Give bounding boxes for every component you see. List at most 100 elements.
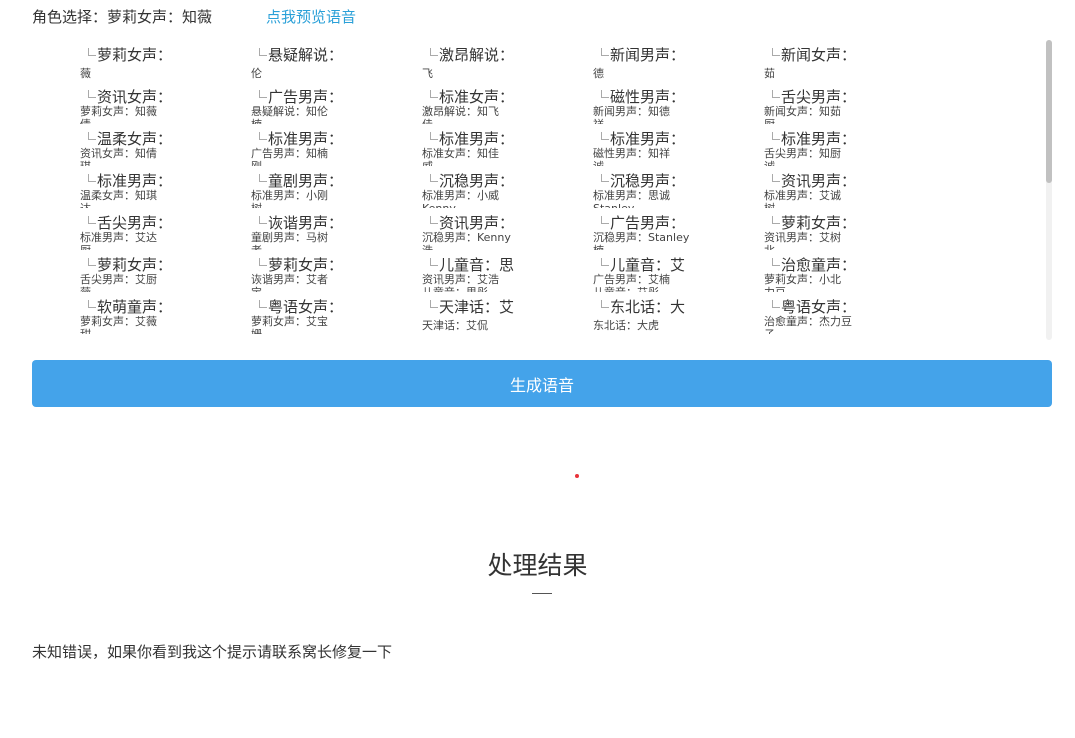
voice-image-alt-text: 沉稳男声： (439, 172, 514, 190)
voice-option[interactable]: 粤语女声：桃治愈童声：杰力豆子 (764, 292, 935, 334)
voice-option[interactable]: 磁性男声：知新闻男声：知德祥 (593, 82, 764, 124)
broken-image-icon (259, 300, 267, 308)
voice-alt-wrap: 天津话：艾侃 (422, 319, 488, 332)
voice-image-alt: 天津话：艾侃 (430, 296, 514, 318)
voice-caption: 新闻女声：知茹 (764, 105, 841, 118)
voice-image-alt-text: 沉稳男声： (610, 172, 685, 190)
voice-option[interactable]: 标准女声：知激昂解说：知飞佳 (422, 82, 593, 124)
voice-alt-wrap: 东北话：大虎 (593, 319, 659, 332)
voice-caption: 舌尖男声：艾厨 (80, 273, 157, 286)
preview-voice-link[interactable]: 点我预览语音 (266, 6, 356, 27)
broken-image-icon (430, 300, 438, 308)
voice-option[interactable]: 资讯男声：艾沉稳男声：Kenny浩 (422, 208, 593, 250)
voice-option[interactable]: 舌尖男声：知新闻女声：知茹厨 (764, 82, 935, 124)
voice-option[interactable]: 新闻男声：知德 (593, 40, 764, 82)
voice-image-alt-text: 资讯女声：知 (97, 88, 172, 106)
voice-caption: 资讯男声：艾树 (764, 231, 841, 244)
broken-image-icon (88, 174, 96, 182)
voice-caption: 资讯男声：艾浩 (422, 273, 499, 286)
voice-option[interactable]: 治愈童声：杰萝莉女声：小北力豆 (764, 250, 935, 292)
voice-option[interactable]: 天津话：艾侃天津话：艾侃 (422, 292, 593, 334)
loading-indicator (575, 474, 579, 478)
voice-option[interactable]: 软萌童声：艾萝莉女声：艾薇甜 (80, 292, 251, 334)
voice-image-alt: 新闻男声：知 (601, 44, 685, 66)
voice-option[interactable]: 标准男声：思磁性男声：知祥诚 (593, 124, 764, 166)
voice-option[interactable]: 萝莉女声：知薇 (80, 40, 251, 82)
voice-caption: 治愈童声：杰力豆 (764, 315, 852, 328)
voice-image-alt-text: 标准男声：艾 (781, 130, 856, 148)
voice-image-alt-text: 标准男声：小 (439, 130, 514, 148)
broken-image-icon (601, 174, 609, 182)
broken-image-icon (772, 48, 780, 56)
broken-image-icon (88, 300, 96, 308)
voice-image-alt-text: 舌尖男声：知 (781, 88, 856, 106)
broken-image-icon (430, 132, 438, 140)
voice-option[interactable]: 童剧男声：马标准男声：小刚树 (251, 166, 422, 208)
voice-option[interactable]: 儿童音：艾彤广告男声：艾楠儿童音：艾彤 (593, 250, 764, 292)
voice-image-alt-text: 标准女声：知 (439, 88, 514, 106)
voice-option[interactable]: 舌尖男声：艾标准男声：艾达厨 (80, 208, 251, 250)
voice-caption: 标准男声：艾达 (80, 231, 157, 244)
broken-image-icon (772, 174, 780, 182)
broken-image-icon (772, 258, 780, 266)
broken-image-icon (772, 216, 780, 224)
broken-image-icon (259, 216, 267, 224)
voice-option[interactable]: 标准男声：小广告男声：知楠刚 (251, 124, 422, 166)
role-selection-bar: 角色选择： 萝莉女声：知薇 点我预览语音 (32, 5, 356, 27)
voice-caption: 标准男声：小刚 (251, 189, 328, 202)
voice-option[interactable]: 广告男声：知悬疑解说：知伦楠 (251, 82, 422, 124)
voice-image-alt-text: 磁性男声：知 (610, 88, 685, 106)
voice-alt-wrap: 甜 (80, 329, 91, 335)
voice-grid: 萝莉女声：知薇悬疑解说：知伦激昂解说：知飞新闻男声：知德新闻女声：知茹资讯女声：… (80, 40, 1055, 334)
broken-image-icon (88, 132, 96, 140)
voice-caption: 萝莉女声：艾宝 (251, 315, 328, 328)
voice-image-alt: 悬疑解说：知 (259, 44, 343, 66)
voice-option[interactable]: 资讯男声：艾标准男声：艾诚树 (764, 166, 935, 208)
voice-image-alt-text: 新闻女声：知 (781, 46, 856, 64)
voice-caption: 沉稳男声：Kenny (422, 231, 511, 244)
voice-image-alt-text: 儿童音：思彤 (439, 256, 514, 274)
voice-option[interactable]: 标准男声：艾舌尖男声：知厨诚 (764, 124, 935, 166)
broken-image-icon (430, 174, 438, 182)
broken-image-icon (430, 90, 438, 98)
broken-image-icon (88, 216, 96, 224)
voice-image-alt: 萝莉女声：知 (88, 44, 172, 66)
role-label: 角色选择： (32, 7, 108, 26)
voice-option[interactable]: 儿童音：思彤资讯男声：艾浩儿童音：思彤 (422, 250, 593, 292)
broken-image-icon (430, 258, 438, 266)
scrollbar-thumb[interactable] (1046, 40, 1052, 183)
voice-option[interactable]: 萝莉女声：小资讯男声：艾树北 (764, 208, 935, 250)
generate-voice-button[interactable]: 生成语音 (32, 360, 1052, 407)
voice-image-alt-text: 粤语女声：姗 (268, 298, 343, 316)
voice-option[interactable]: 标准男声：艾温柔女声：知琪达 (80, 166, 251, 208)
voice-image-alt-text: 诙谐男声：艾 (268, 214, 343, 232)
voice-option[interactable]: 沉稳男声：标准男声：小威Kenny (422, 166, 593, 208)
selected-voice: 萝莉女声：知薇 (107, 7, 213, 26)
voice-option[interactable]: 新闻女声：知茹 (764, 40, 935, 82)
voice-option[interactable]: 温柔女声：知资讯女声：知倩琪 (80, 124, 251, 166)
voice-image-alt-text: 悬疑解说：知 (268, 46, 343, 64)
voice-list-panel[interactable]: 萝莉女声：知薇悬疑解说：知伦激昂解说：知飞新闻男声：知德新闻女声：知茹资讯女声：… (80, 40, 1055, 340)
voice-option[interactable]: 标准男声：小标准女声：知佳威 (422, 124, 593, 166)
voice-option[interactable]: 东北话：大虎东北话：大虎 (593, 292, 764, 334)
voice-alt-wrap: 子 (764, 329, 775, 335)
voice-option[interactable]: 激昂解说：知飞 (422, 40, 593, 82)
voice-option[interactable]: 粤语女声：姗萝莉女声：艾宝姗 (251, 292, 422, 334)
voice-option[interactable]: 广告男声：艾沉稳男声：Stanley楠 (593, 208, 764, 250)
voice-image-alt-text: 标准男声：小 (268, 130, 343, 148)
voice-option[interactable]: 萝莉女声：艾舌尖男声：艾厨薇 (80, 250, 251, 292)
voice-caption: 悬疑解说：知伦 (251, 105, 328, 118)
voice-image-alt-text: 东北话：大虎 (610, 298, 685, 316)
broken-image-icon (259, 174, 267, 182)
voice-list-scrollbar[interactable] (1046, 40, 1052, 340)
voice-option[interactable]: 悬疑解说：知伦 (251, 40, 422, 82)
broken-image-icon (601, 216, 609, 224)
voice-image-alt-text: 广告男声：艾 (610, 214, 685, 232)
result-title-underline (532, 593, 552, 594)
voice-option[interactable]: 萝莉女声：艾诙谐男声：艾者宝 (251, 250, 422, 292)
broken-image-icon (430, 216, 438, 224)
voice-option[interactable]: 诙谐男声：艾童剧男声：马树者 (251, 208, 422, 250)
broken-image-icon (601, 300, 609, 308)
voice-option[interactable]: 资讯女声：知萝莉女声：知薇倩 (80, 82, 251, 124)
voice-option[interactable]: 沉稳男声：标准男声：思诚Stanley (593, 166, 764, 208)
